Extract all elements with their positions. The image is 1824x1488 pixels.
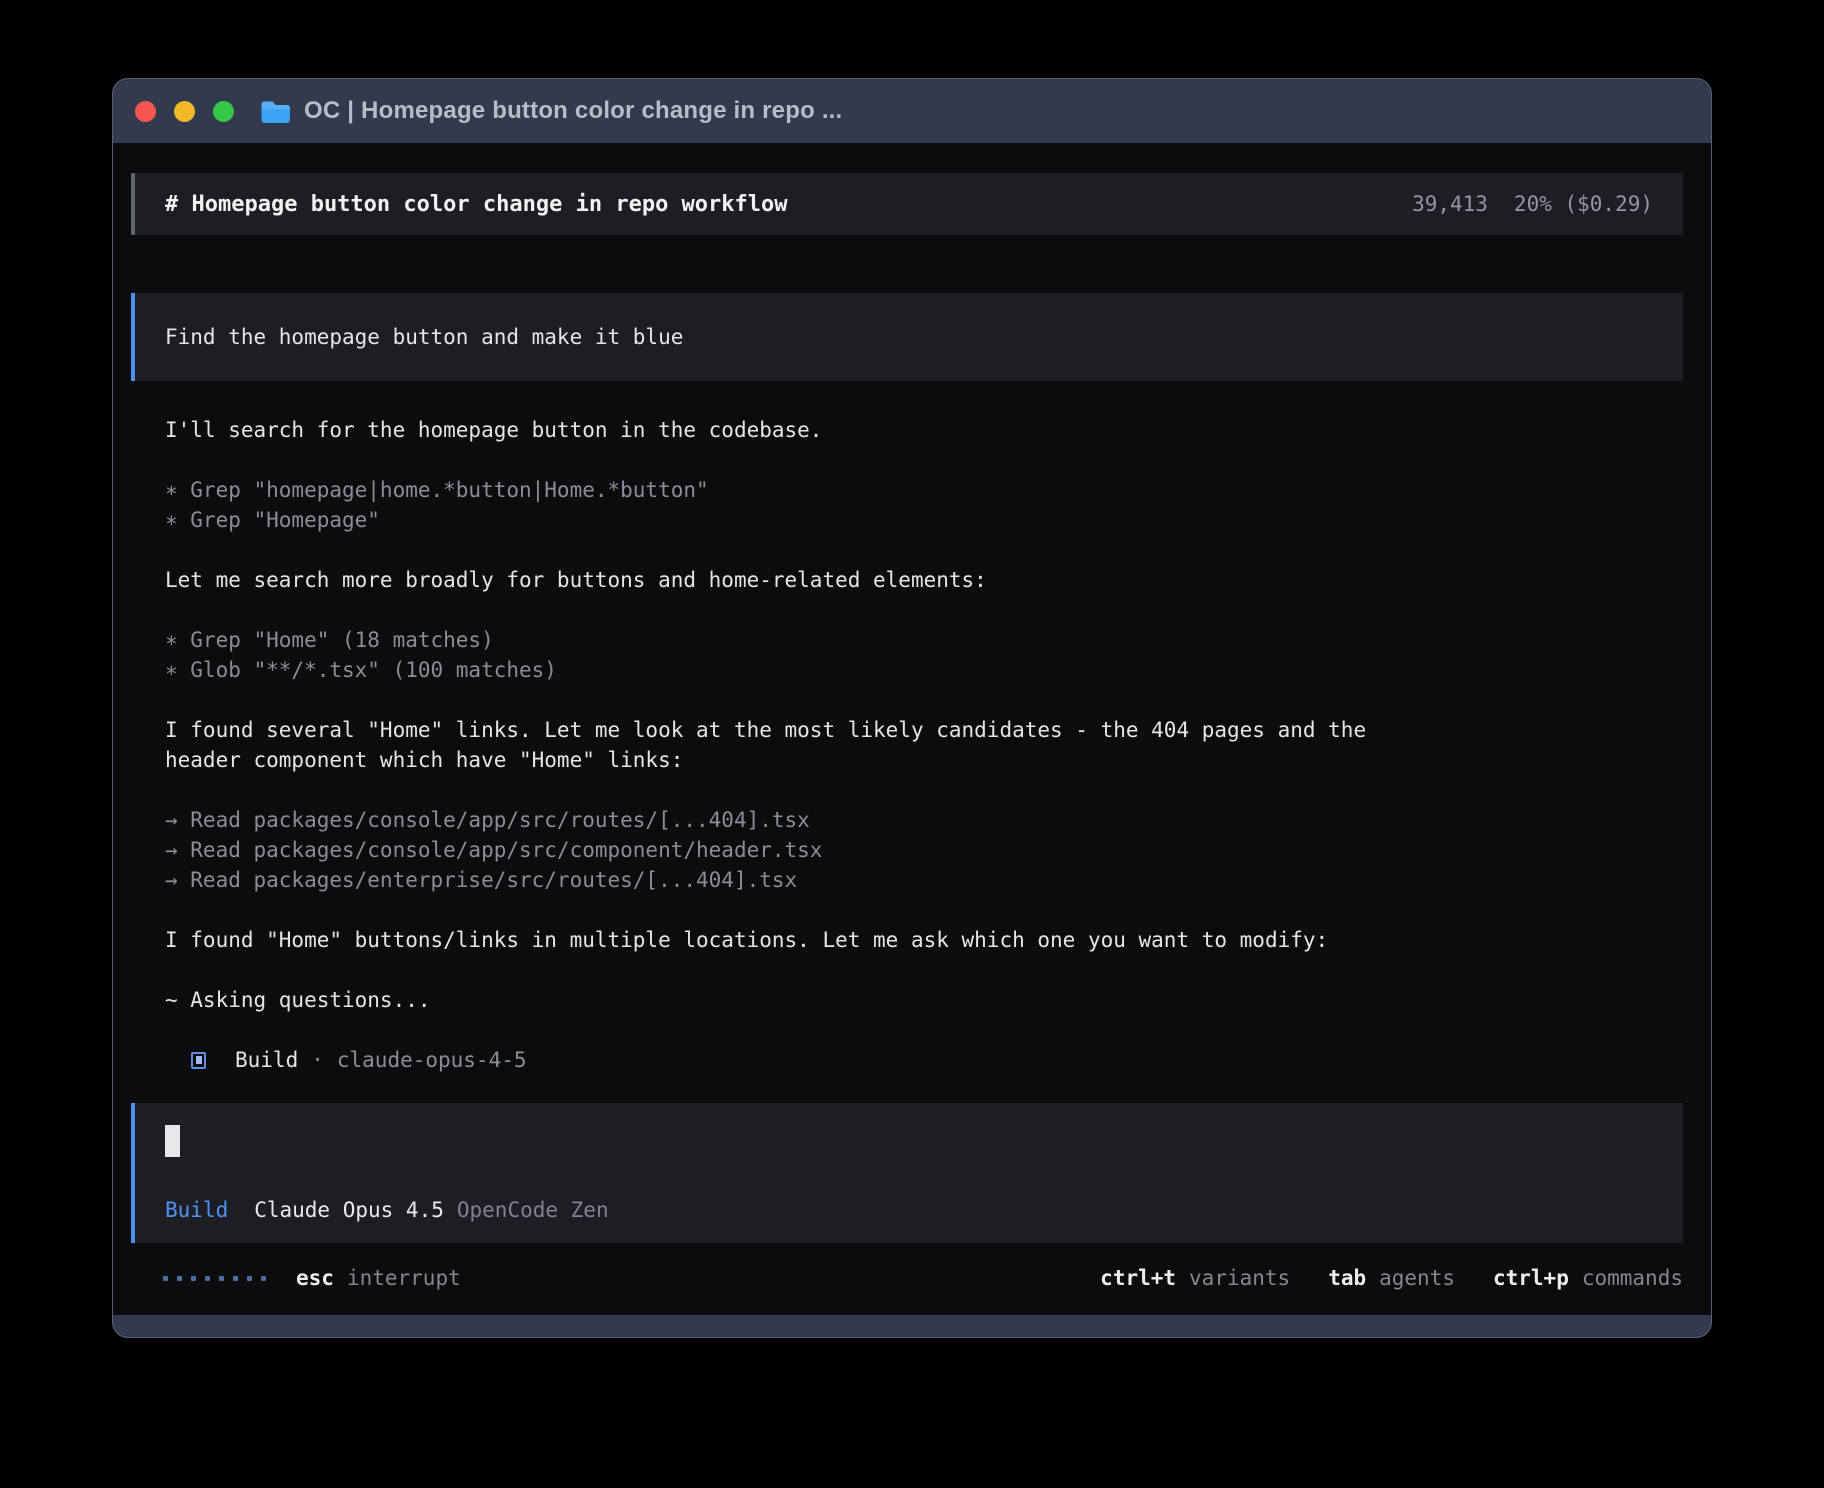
status-bar: esc interrupt ctrl+t variants tab agents… [131, 1263, 1683, 1293]
tool-call-read: → Read packages/console/app/src/routes/[… [165, 805, 1683, 835]
session-title: # Homepage button color change in repo w… [165, 192, 1412, 217]
spinner-dot [163, 1276, 168, 1281]
spinner-dot [177, 1276, 182, 1281]
folder-icon [260, 99, 291, 124]
tool-call-grep: ∗ Grep "homepage|home.*button|Home.*butt… [165, 475, 1683, 505]
spinner-dot [247, 1276, 252, 1281]
assistant-text: I found several "Home" links. Let me loo… [165, 715, 1683, 775]
hint-variants: ctrl+t variants [1100, 1266, 1290, 1290]
assistant-text: Let me search more broadly for buttons a… [165, 565, 1683, 595]
agent-build-icon [191, 1052, 206, 1069]
user-message-text: Find the homepage button and make it blu… [165, 325, 683, 349]
close-button[interactable] [135, 101, 156, 122]
agent-name: Build [235, 1048, 298, 1072]
interrupt-key: esc [296, 1266, 334, 1290]
spinner-dot [261, 1276, 266, 1281]
zoom-button[interactable] [213, 101, 234, 122]
spinner-dots [163, 1276, 266, 1281]
user-message: Find the homepage button and make it blu… [131, 293, 1683, 381]
input-agent-label: Build [165, 1198, 228, 1222]
session-stats: 39,413 20% ($0.29) [1412, 192, 1653, 216]
titlebar: OC | Homepage button color change in rep… [113, 79, 1711, 143]
text-cursor [165, 1125, 180, 1157]
session-header: # Homepage button color change in repo w… [131, 173, 1683, 235]
tool-call-group: ∗ Grep "homepage|home.*button|Home.*butt… [165, 475, 1683, 535]
spinner-dot [233, 1276, 238, 1281]
tool-call-grep: ∗ Grep "Homepage" [165, 505, 1683, 535]
assistant-text: I'll search for the homepage button in t… [165, 415, 1683, 445]
hint-commands: ctrl+p commands [1493, 1266, 1683, 1290]
token-count: 39,413 [1412, 192, 1488, 216]
separator-dot: · [311, 1048, 324, 1072]
input-model-label: Claude Opus 4.5 [254, 1198, 444, 1222]
keyboard-hints: ctrl+t variants tab agents ctrl+p comman… [1100, 1266, 1683, 1290]
minimize-button[interactable] [174, 101, 195, 122]
interrupt-label: interrupt [347, 1266, 461, 1290]
tool-call-read: → Read packages/console/app/src/componen… [165, 835, 1683, 865]
input-footer: Build Claude Opus 4.5 OpenCode Zen [165, 1195, 1653, 1225]
tool-call-glob: ∗ Glob "**/*.tsx" (100 matches) [165, 655, 1683, 685]
terminal-content: # Homepage button color change in repo w… [113, 143, 1711, 1315]
assistant-text: I found "Home" buttons/links in multiple… [165, 925, 1683, 955]
tool-call-group: ∗ Grep "Home" (18 matches) ∗ Glob "**/*.… [165, 625, 1683, 685]
context-cost: 20% ($0.29) [1514, 192, 1653, 216]
terminal-window: OC | Homepage button color change in rep… [112, 78, 1712, 1338]
asking-status: ~ Asking questions... [165, 985, 1683, 1015]
traffic-lights [135, 101, 234, 122]
tool-call-read: → Read packages/enterprise/src/routes/[.… [165, 865, 1683, 895]
tool-call-group: → Read packages/console/app/src/routes/[… [165, 805, 1683, 895]
hint-agents: tab agents [1328, 1266, 1455, 1290]
prompt-input[interactable]: Build Claude Opus 4.5 OpenCode Zen [131, 1103, 1683, 1243]
agent-status-line: Build · claude-opus-4-5 [191, 1045, 1683, 1075]
agent-model: claude-opus-4-5 [337, 1048, 527, 1072]
input-provider-label: OpenCode Zen [457, 1198, 609, 1222]
conversation: I'll search for the homepage button in t… [131, 415, 1683, 1075]
tool-call-grep: ∗ Grep "Home" (18 matches) [165, 625, 1683, 655]
spinner-dot [191, 1276, 196, 1281]
spinner-dot [205, 1276, 210, 1281]
window-title: OC | Homepage button color change in rep… [304, 97, 842, 125]
spinner-dot [219, 1276, 224, 1281]
